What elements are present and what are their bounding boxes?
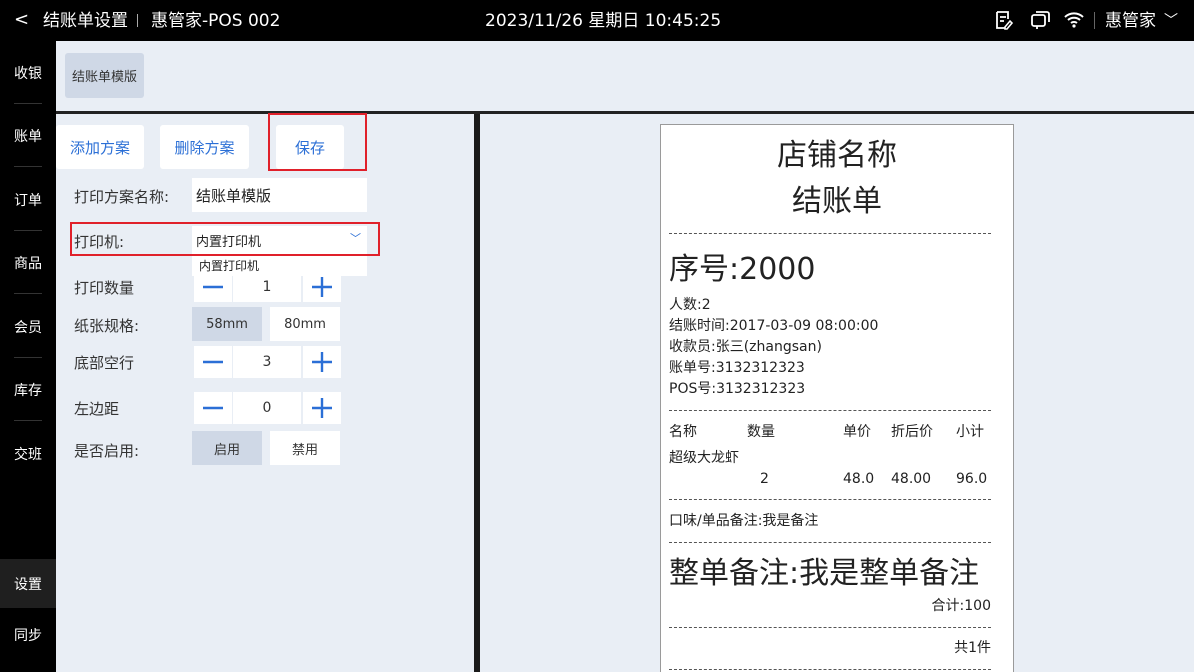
receipt-divider xyxy=(669,627,991,628)
sidebar-item-label: 设置 xyxy=(14,576,42,593)
receipt-header-subtotal: 小计 xyxy=(956,424,984,440)
sidebar: 收银 账单 订单 商品 会员 库存 交班 设置 同步 xyxy=(0,41,56,672)
sidebar-item-inventory[interactable]: 库存 xyxy=(0,358,56,421)
user-name[interactable]: 惠管家 xyxy=(1105,9,1156,33)
sidebar-item-label: 会员 xyxy=(14,319,42,336)
store-name: 惠管家-POS 002 xyxy=(151,11,281,31)
receipt-divider xyxy=(669,410,991,411)
receipt-item-discount: 48.00 xyxy=(891,471,932,487)
sidebar-item-bills[interactable]: 账单 xyxy=(0,104,56,167)
receipt-header-qty: 数量 xyxy=(747,424,775,440)
receipt-item-subtotal: 96.0 xyxy=(956,471,988,487)
receipt-cashier: 收款员:张三(zhangsan) xyxy=(669,339,822,355)
printer-highlight-box xyxy=(70,222,380,256)
scheme-name-label: 打印方案名称: xyxy=(74,188,170,206)
note-icon[interactable] xyxy=(993,9,1015,31)
back-chevron-icon[interactable]: < xyxy=(14,8,29,32)
bottom-lines-plus-button[interactable] xyxy=(303,346,341,378)
receipt-divider xyxy=(669,669,991,670)
paper-58mm-option[interactable]: 58mm xyxy=(192,307,262,341)
wifi-icon xyxy=(1063,9,1085,31)
copies-minus-button[interactable] xyxy=(194,272,232,302)
left-margin-label: 左边距 xyxy=(74,400,120,418)
enable-label: 是否启用: xyxy=(74,442,140,460)
enable-on-option[interactable]: 启用 xyxy=(192,431,262,465)
enable-off-option[interactable]: 禁用 xyxy=(270,431,340,465)
minus-icon xyxy=(203,360,223,364)
left-margin-value[interactable]: 0 xyxy=(233,392,301,424)
sidebar-item-label: 订单 xyxy=(14,192,42,209)
datetime: 2023/11/26 星期日 10:45:25 xyxy=(485,11,722,31)
plus-icon xyxy=(312,352,332,372)
receipt-preview: 店铺名称 结账单 序号:2000 人数:2 结账时间:2017-03-09 08… xyxy=(660,124,1014,672)
receipt-shop-name: 店铺名称 xyxy=(777,138,897,173)
bottom-lines-minus-button[interactable] xyxy=(194,346,232,378)
receipt-header-name: 名称 xyxy=(669,424,697,440)
bottom-lines-label: 底部空行 xyxy=(74,354,135,372)
tab-checkout-template[interactable]: 结账单模版 xyxy=(65,53,144,98)
sidebar-item-shift[interactable]: 交班 xyxy=(0,422,56,485)
chevron-down-icon[interactable]: ﹀ xyxy=(1164,10,1178,32)
receipt-time: 结账时间:2017-03-09 08:00:00 xyxy=(669,318,879,334)
paper-size-label: 纸张规格: xyxy=(74,317,140,335)
receipt-total: 合计:100 xyxy=(931,598,991,614)
sidebar-item-products[interactable]: 商品 xyxy=(0,231,56,294)
receipt-divider xyxy=(669,542,991,543)
receipt-item-price: 48.0 xyxy=(843,471,875,487)
left-margin-minus-button[interactable] xyxy=(194,392,232,424)
minus-icon xyxy=(203,406,223,410)
receipt-divider xyxy=(669,499,991,500)
sidebar-item-label: 商品 xyxy=(14,255,42,272)
top-bar: < 结账单设置 惠管家-POS 002 2023/11/26 星期日 10:45… xyxy=(0,0,1194,41)
user-separator xyxy=(1094,12,1095,29)
left-margin-plus-button[interactable] xyxy=(303,392,341,424)
copies-plus-button[interactable] xyxy=(303,272,341,302)
plus-icon xyxy=(312,277,332,297)
receipt-pos-number: POS号:3132312323 xyxy=(669,381,806,397)
receipt-bill-number: 账单号:3132312323 xyxy=(669,360,805,376)
sidebar-item-cashier[interactable]: 收银 xyxy=(0,41,56,104)
minus-icon xyxy=(203,285,223,289)
receipt-header-discount: 折后价 xyxy=(891,424,933,440)
sidebar-item-orders[interactable]: 订单 xyxy=(0,168,56,231)
sidebar-item-label: 同步 xyxy=(14,627,42,644)
receipt-sequence: 序号:2000 xyxy=(669,252,816,287)
receipt-divider xyxy=(669,233,991,234)
receipt-doc-title: 结账单 xyxy=(792,184,882,219)
receipt-item-name: 超级大龙虾 xyxy=(669,450,739,466)
window-icon[interactable] xyxy=(1029,9,1051,31)
receipt-people: 人数:2 xyxy=(669,297,711,313)
scheme-name-input[interactable]: 结账单模版 xyxy=(192,178,367,212)
plus-icon xyxy=(312,398,332,418)
copies-label: 打印数量 xyxy=(74,279,135,297)
copies-value[interactable]: 1 xyxy=(233,272,301,302)
sidebar-item-members[interactable]: 会员 xyxy=(0,295,56,358)
sidebar-item-label: 交班 xyxy=(14,446,42,463)
bottom-lines-value[interactable]: 3 xyxy=(233,346,301,378)
receipt-header-price: 单价 xyxy=(843,424,871,440)
receipt-item-qty: 2 xyxy=(760,471,769,487)
sidebar-item-sync[interactable]: 同步 xyxy=(0,610,56,659)
receipt-item-note: 口味/单品备注:我是备注 xyxy=(669,513,819,529)
receipt-item-count: 共1件 xyxy=(954,640,991,656)
template-tab-strip xyxy=(56,41,1194,111)
sidebar-item-label: 收银 xyxy=(14,65,42,82)
sidebar-item-label: 账单 xyxy=(14,128,42,145)
paper-80mm-option[interactable]: 80mm xyxy=(270,307,340,341)
sidebar-item-settings[interactable]: 设置 xyxy=(0,559,56,608)
page-title: 结账单设置 xyxy=(43,11,128,31)
delete-scheme-button[interactable]: 删除方案 xyxy=(160,125,249,169)
receipt-order-note: 整单备注:我是整单备注 xyxy=(669,556,980,591)
sidebar-item-label: 库存 xyxy=(14,382,42,399)
title-separator xyxy=(137,14,138,27)
add-scheme-button[interactable]: 添加方案 xyxy=(56,125,144,169)
save-highlight-box xyxy=(268,113,367,171)
